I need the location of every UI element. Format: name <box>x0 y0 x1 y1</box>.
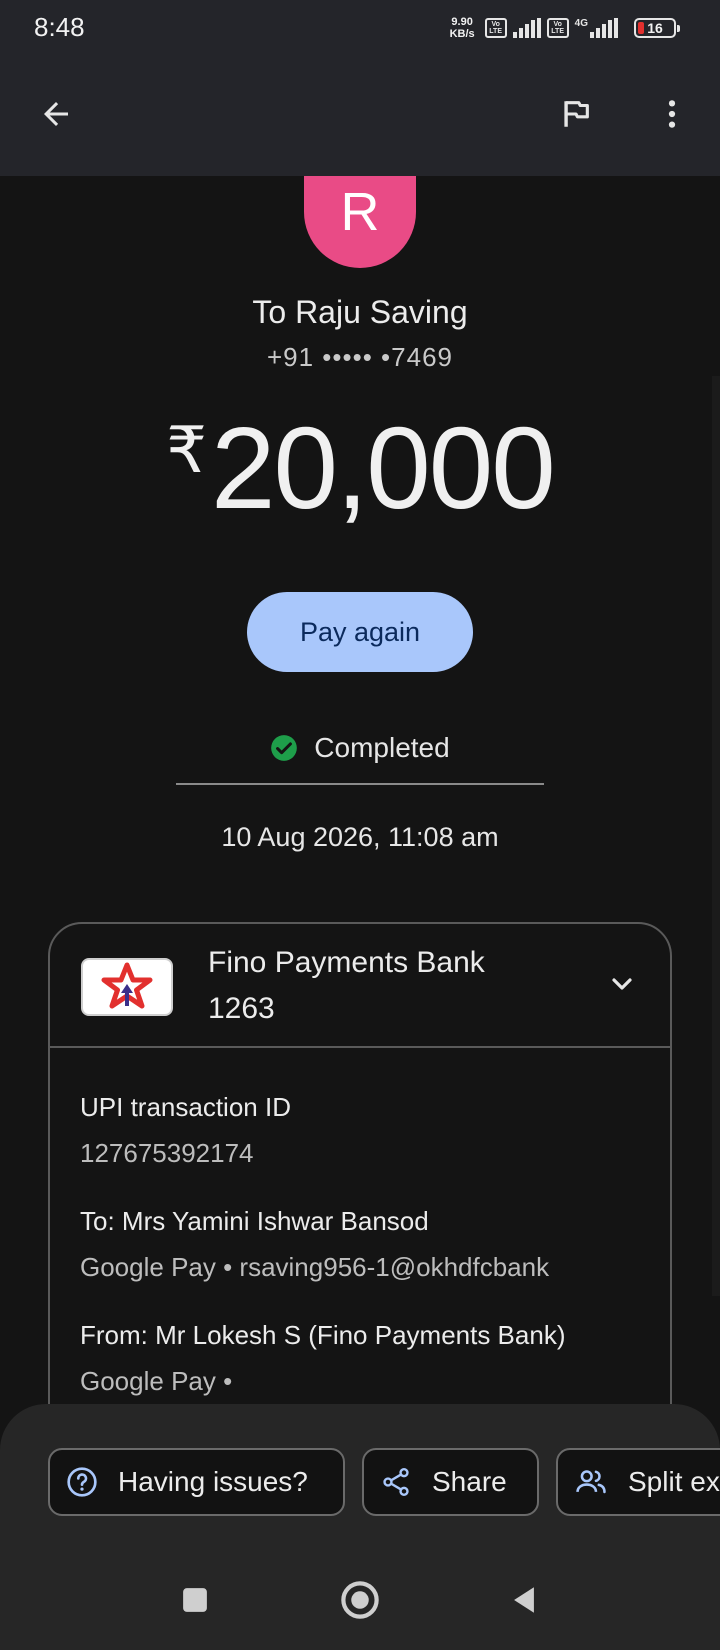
report-button[interactable] <box>548 86 604 142</box>
signal-icon <box>512 18 541 38</box>
network-speed-unit: KB/s <box>449 28 475 40</box>
pay-again-button[interactable]: Pay again <box>247 592 473 672</box>
recents-square-icon <box>183 1588 207 1612</box>
back-button[interactable] <box>28 86 84 142</box>
from-value: Google Pay • <box>80 1366 233 1396</box>
transaction-datetime: 10 Aug 2026, 11:08 am <box>221 822 499 852</box>
divider <box>176 783 544 785</box>
volte-icon: Vo LTE <box>484 18 507 38</box>
share-icon <box>383 1468 409 1496</box>
system-navigation-bar <box>0 1550 720 1650</box>
split-expense-label: Split ex <box>628 1466 720 1497</box>
recents-button[interactable] <box>165 1570 225 1630</box>
flag-icon <box>564 101 589 127</box>
action-sheet: Having issues? Share Split ex <box>0 1404 720 1650</box>
status-bar: 8:48 9.90 KB/s Vo LTE Vo LTE 4G 16 <box>0 0 720 54</box>
amount-value: 20,000 <box>210 403 556 533</box>
arrow-back-icon <box>44 102 68 126</box>
people-icon <box>576 1470 606 1494</box>
upi-transaction-id-value[interactable]: 127675392174 <box>80 1138 254 1169</box>
payee-title: To Raju Saving <box>252 294 468 330</box>
signal-icon-2 <box>590 18 618 38</box>
back-nav-button[interactable] <box>494 1570 554 1630</box>
to-value: Google Pay • rsaving956-1@okhdfcbank <box>80 1252 550 1282</box>
bank-account-number: 1263 <box>208 992 275 1025</box>
payee-avatar: R <box>304 176 416 268</box>
chevron-down-icon <box>612 978 632 990</box>
network-speed-value: 9.90 <box>451 16 473 28</box>
having-issues-label: Having issues? <box>118 1466 308 1497</box>
bank-logo-icon <box>81 958 173 1016</box>
currency-symbol: ₹ <box>166 414 207 486</box>
split-expense-button[interactable]: Split ex <box>556 1448 720 1516</box>
battery-level-fill <box>638 22 644 34</box>
more-vert-icon <box>668 100 676 128</box>
expand-button[interactable] <box>598 960 646 1008</box>
battery-icon: 16 <box>634 18 680 38</box>
bank-account-row[interactable]: Fino Payments Bank 1263 <box>50 924 670 1046</box>
status-time: 8:48 <box>34 12 85 42</box>
battery-level: 16 <box>647 20 663 36</box>
home-circle-icon <box>341 1581 379 1619</box>
app-bar <box>0 54 720 176</box>
avatar-initial: R <box>340 182 380 242</box>
bank-name: Fino Payments Bank <box>208 946 485 979</box>
back-triangle-icon <box>514 1587 534 1613</box>
transaction-status: Completed <box>0 732 720 764</box>
share-label: Share <box>432 1466 507 1497</box>
status-label: Completed <box>314 732 450 763</box>
more-options-button[interactable] <box>644 86 700 142</box>
volte-icon-2: Vo LTE <box>546 18 569 38</box>
payee-phone: +91 ••••• •7469 <box>266 342 453 372</box>
home-button[interactable] <box>330 1570 390 1630</box>
network-type: 4G <box>574 17 588 29</box>
upi-transaction-id-label: UPI transaction ID <box>80 1092 291 1122</box>
from-label: From: Mr Lokesh S (Fino Payments Bank) <box>80 1320 566 1350</box>
card-divider <box>50 1046 670 1048</box>
transaction-details-content[interactable]: R To Raju Saving +91 ••••• •7469 ₹20,000… <box>0 176 720 1406</box>
to-label: To: Mrs Yamini Ishwar Bansod <box>80 1206 429 1236</box>
transaction-amount: ₹20,000 <box>0 401 720 535</box>
status-icons: 9.90 KB/s Vo LTE Vo LTE 4G 16 <box>450 13 680 43</box>
details-card: Fino Payments Bank 1263 UPI transaction … <box>48 922 672 1406</box>
check-circle-icon <box>271 735 298 761</box>
help-icon <box>67 1467 97 1497</box>
network-speed: 9.90 KB/s <box>450 16 475 40</box>
having-issues-button[interactable]: Having issues? <box>48 1448 345 1516</box>
star-logo-icon <box>101 962 153 1009</box>
share-button[interactable]: Share <box>362 1448 539 1516</box>
